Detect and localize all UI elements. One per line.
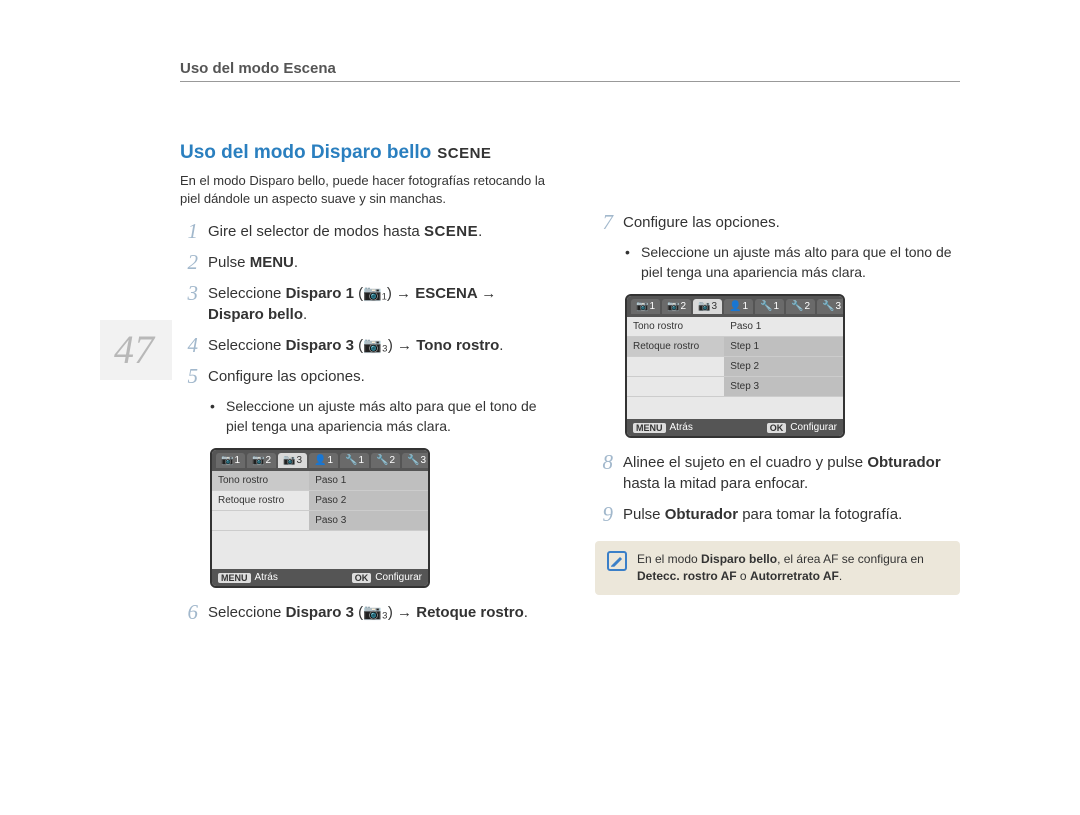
note-callout: En el modo Disparo bello, el área AF se … [595, 541, 960, 595]
step-7-bullets: • Seleccione un ajuste más alto para que… [625, 243, 960, 282]
step-number: 2 [180, 252, 198, 273]
bullet-item: • Seleccione un ajuste más alto para que… [210, 397, 545, 436]
lcd-tab: 📷2 [247, 453, 276, 468]
title-text: Uso del modo Disparo bello [180, 142, 431, 164]
step-number: 8 [595, 452, 613, 473]
step-number: 9 [595, 504, 613, 525]
bullet-dot-icon: • [210, 397, 218, 436]
camera-icon: 📷 [698, 301, 710, 312]
step-body: Pulse MENU. [208, 252, 545, 273]
step-body: Alinee el sujeto en el cuadro y pulse Ob… [623, 452, 960, 494]
step-5: 5 Configure las opciones. [180, 366, 545, 387]
camera-icon: 📷 [636, 301, 648, 312]
lcd-row: Paso 3 [212, 511, 428, 531]
lcd-tab-active: 📷3 [693, 299, 722, 314]
step-6: 6 Seleccione Disparo 3 (📷₃) → Retoque ro… [180, 602, 545, 623]
step-9: 9 Pulse Obturador para tomar la fotograf… [595, 504, 960, 525]
lcd-tab: 📷2 [662, 299, 691, 314]
lcd-row: Tono rostro Paso 1 [627, 317, 843, 337]
right-column: 7 Configure las opciones. • Seleccione u… [595, 142, 960, 633]
lcd-body: Tono rostro Paso 1 Retoque rostro Paso 2… [212, 471, 428, 569]
lcd-tab: 👤1 [309, 453, 338, 468]
wrench-icon: 🔧 [407, 455, 419, 466]
lcd-back-button: MENUAtrás [633, 422, 693, 433]
lcd-tab: 🔧2 [786, 299, 815, 314]
step-number: 3 [180, 283, 198, 304]
lcd-tab: 👤1 [724, 299, 753, 314]
note-text: En el modo Disparo bello, el área AF se … [637, 551, 948, 585]
step-4: 4 Seleccione Disparo 3 (📷₃) → Tono rostr… [180, 335, 545, 356]
step-body: Seleccione Disparo 1 (📷₁) → ESCENA → Dis… [208, 283, 545, 325]
section-title: Uso del modo Disparo bello SCENE [180, 142, 545, 164]
step-body: Configure las opciones. [208, 366, 545, 387]
camera-icon: 📷 [283, 455, 295, 466]
lcd-tab: 📷1 [216, 453, 245, 468]
wrench-icon: 🔧 [376, 455, 388, 466]
lcd-tab: 📷1 [631, 299, 660, 314]
lcd-body: Tono rostro Paso 1 Retoque rostro Step 1… [627, 317, 843, 419]
lcd-blank-area [212, 531, 428, 569]
step-body: Gire el selector de modos hasta SCENE. [208, 221, 545, 242]
step-3: 3 Seleccione Disparo 1 (📷₁) → ESCENA → D… [180, 283, 545, 325]
camera-icon: 📷 [221, 455, 233, 466]
lcd-footer: MENUAtrás OKConfigurar [627, 419, 843, 436]
lcd-back-button: MENUAtrás [218, 572, 278, 583]
step-7: 7 Configure las opciones. [595, 212, 960, 233]
step-number: 5 [180, 366, 198, 387]
wrench-icon: 🔧 [822, 301, 834, 312]
scene-badge: SCENE [437, 145, 491, 162]
lcd-blank-area [627, 397, 843, 419]
step-number: 7 [595, 212, 613, 233]
lcd-row: Retoque rostro Paso 2 [212, 491, 428, 511]
page-number: 47 [100, 320, 172, 380]
lcd-tab-bar: 📷1 📷2 📷3 👤1 🔧1 🔧2 🔧3 [627, 296, 843, 317]
wrench-icon: 🔧 [345, 455, 357, 466]
scene-inline-badge: SCENE [424, 223, 478, 240]
wrench-icon: 🔧 [791, 301, 803, 312]
bullet-item: • Seleccione un ajuste más alto para que… [625, 243, 960, 282]
intro-paragraph: En el modo Disparo bello, puede hacer fo… [180, 172, 545, 207]
camera-menu-screenshot-2: 📷1 📷2 📷3 👤1 🔧1 🔧2 🔧3 Tono rostro Paso 1 … [625, 294, 845, 438]
lcd-tab-bar: 📷1 📷2 📷3 👤1 🔧1 🔧2 🔧3 [212, 450, 428, 471]
wrench-icon: 🔧 [760, 301, 772, 312]
breadcrumb: Uso del modo Escena [180, 60, 960, 82]
lcd-tab: 🔧3 [402, 453, 430, 468]
camera-icon: 📷 [667, 301, 679, 312]
camera-icon: 📷 [252, 455, 264, 466]
left-column: Uso del modo Disparo bello SCENE En el m… [180, 142, 545, 633]
lcd-footer: MENUAtrás OKConfigurar [212, 569, 428, 586]
step-body: Seleccione Disparo 3 (📷₃) → Retoque rost… [208, 602, 545, 623]
step-number: 6 [180, 602, 198, 623]
lcd-tab: 🔧3 [817, 299, 845, 314]
info-pencil-icon [607, 551, 627, 571]
bullet-dot-icon: • [625, 243, 633, 282]
camera-3-icon: 📷₃ [363, 335, 388, 356]
step-body: Configure las opciones. [623, 212, 960, 233]
camera-1-icon: 📷₁ [363, 283, 387, 304]
camera-menu-screenshot-1: 📷1 📷2 📷3 👤1 🔧1 🔧2 🔧3 Tono rostro Paso 1 … [210, 448, 430, 588]
lcd-row: Step 2 [627, 357, 843, 377]
lcd-row-selected: Tono rostro Paso 1 [212, 471, 428, 491]
step-8: 8 Alinee el sujeto en el cuadro y pulse … [595, 452, 960, 494]
lcd-ok-button: OKConfigurar [767, 422, 837, 433]
person-icon: 👤 [314, 455, 326, 466]
person-icon: 👤 [729, 301, 741, 312]
step-5-bullets: • Seleccione un ajuste más alto para que… [210, 397, 545, 436]
lcd-tab: 🔧1 [340, 453, 369, 468]
lcd-tab-active: 📷3 [278, 453, 307, 468]
lcd-ok-button: OKConfigurar [352, 572, 422, 583]
lcd-row-selected: Retoque rostro Step 1 [627, 337, 843, 357]
step-body: Seleccione Disparo 3 (📷₃) → Tono rostro. [208, 335, 545, 356]
step-number: 4 [180, 335, 198, 356]
camera-3-icon: 📷₃ [363, 602, 388, 623]
lcd-tab: 🔧2 [371, 453, 400, 468]
step-2: 2 Pulse MENU. [180, 252, 545, 273]
lcd-row: Step 3 [627, 377, 843, 397]
step-body: Pulse Obturador para tomar la fotografía… [623, 504, 960, 525]
lcd-tab: 🔧1 [755, 299, 784, 314]
step-number: 1 [180, 221, 198, 242]
step-1: 1 Gire el selector de modos hasta SCENE. [180, 221, 545, 242]
